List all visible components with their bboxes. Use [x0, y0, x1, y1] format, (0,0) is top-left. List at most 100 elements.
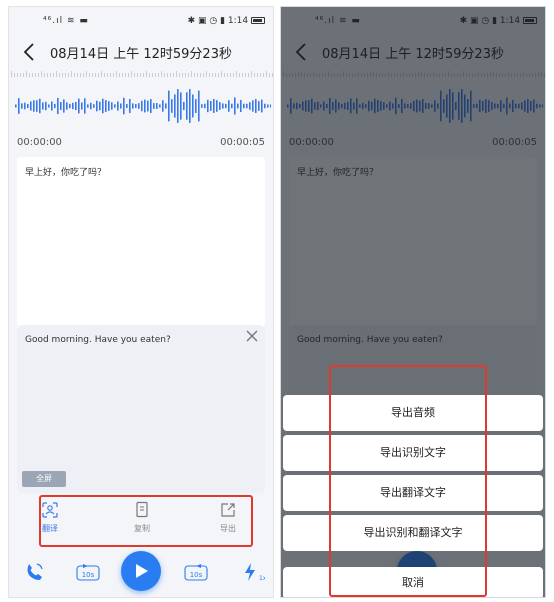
waveform-bar	[141, 100, 143, 112]
waveform-bar	[111, 102, 113, 110]
waveform-bar	[159, 104, 161, 108]
ruler-tick	[14, 73, 15, 77]
waveform-bar	[270, 104, 271, 108]
ruler-tick	[185, 73, 186, 77]
waveform-bar	[126, 104, 128, 108]
ruler-tick	[191, 71, 192, 77]
status-bar: ⁴⁶.ıl ≋ ▬ ✱ ▣ ◷ ▮ 1:14	[9, 7, 273, 35]
speed-button[interactable]: 1x	[241, 561, 267, 583]
translate-button[interactable]: 翻译	[25, 501, 75, 534]
waveform[interactable]	[13, 85, 271, 127]
ruler-tick	[101, 71, 102, 77]
phone-icon[interactable]	[23, 561, 45, 583]
start-time: 00:00:00	[17, 137, 62, 148]
action-toolbar: 翻译 复制 导出	[9, 499, 273, 547]
waveform-bar	[234, 97, 236, 115]
player-bar: 10s 10s 1x	[9, 549, 273, 595]
ruler-tick	[167, 73, 168, 77]
ruler-tick	[176, 71, 177, 77]
waveform-bar	[201, 104, 203, 108]
ruler-tick	[263, 73, 264, 77]
ruler-tick	[140, 73, 141, 77]
cancel-button[interactable]: 取消	[283, 567, 543, 597]
waveform-bar	[168, 90, 170, 122]
waveform-bar	[81, 102, 83, 110]
ruler-tick	[80, 73, 81, 77]
ruler-tick	[242, 73, 243, 77]
ruler-tick	[218, 73, 219, 77]
ruler-tick	[209, 73, 210, 77]
ruler-tick	[137, 73, 138, 77]
export-translation-option[interactable]: 导出翻译文字	[283, 475, 543, 511]
ruler-tick	[131, 71, 132, 77]
export-audio-option[interactable]: 导出音频	[283, 395, 543, 431]
ruler-tick	[92, 73, 93, 77]
waveform-bar	[63, 99, 65, 113]
ruler-tick	[272, 73, 273, 77]
ruler-tick	[59, 73, 60, 77]
rewind-10s-button[interactable]: 10s	[75, 561, 101, 583]
ruler-tick	[50, 73, 51, 77]
waveform-bar	[75, 101, 77, 111]
ruler-tick	[245, 73, 246, 77]
play-button[interactable]	[121, 551, 161, 591]
ruler-tick	[161, 71, 162, 77]
ruler-tick	[173, 73, 174, 77]
ruler-tick	[236, 71, 237, 77]
ruler-tick	[224, 73, 225, 77]
export-transcript-option[interactable]: 导出识别文字	[283, 435, 543, 471]
translate-label: 翻译	[42, 524, 58, 533]
ruler-tick	[17, 73, 18, 77]
waveform-bar	[120, 103, 122, 109]
ruler-tick	[227, 73, 228, 77]
ruler-tick	[113, 73, 114, 77]
ruler-tick	[212, 73, 213, 77]
ruler-tick	[41, 71, 42, 77]
export-both-option[interactable]: 导出识别和翻译文字	[283, 515, 543, 551]
ruler-tick	[146, 71, 147, 77]
svg-text:10s: 10s	[82, 571, 95, 579]
translate-icon	[42, 502, 58, 518]
ruler-tick	[221, 71, 222, 77]
waveform-bar	[93, 104, 95, 108]
transcript-text: 早上好，你吃了吗？	[25, 168, 107, 178]
waveform-bar	[267, 104, 269, 108]
waveform-bar	[219, 102, 221, 110]
waveform-bar	[261, 99, 263, 113]
waveform-bar	[222, 103, 224, 109]
waveform-bar	[54, 103, 56, 109]
ruler-tick	[74, 73, 75, 77]
waveform-bar	[84, 98, 86, 114]
waveform-bar	[114, 104, 116, 108]
ruler-tick	[26, 71, 27, 77]
waveform-bar	[30, 101, 32, 111]
waveform-bar	[72, 102, 74, 110]
waveform-bar	[144, 99, 146, 113]
ruler-tick	[11, 71, 12, 77]
waveform-bar	[69, 103, 71, 109]
waveform-bar	[186, 92, 188, 120]
ruler-tick	[71, 71, 72, 77]
copy-label: 复制	[134, 524, 150, 533]
waveform-bar	[108, 101, 110, 111]
copy-button[interactable]: 复制	[117, 501, 167, 534]
ruler-tick	[32, 73, 33, 77]
export-button[interactable]: 导出	[203, 501, 253, 534]
transcript-box[interactable]: 早上好，你吃了吗？	[17, 157, 265, 327]
fullscreen-button[interactable]: 全屏	[22, 471, 66, 487]
ruler-tick	[254, 73, 255, 77]
forward-10s-button[interactable]: 10s	[183, 561, 209, 583]
waveform-bar	[207, 99, 209, 113]
waveform-bar	[258, 101, 260, 111]
waveform-bar	[21, 103, 23, 109]
waveform-bar	[264, 103, 266, 109]
ruler-tick	[65, 73, 66, 77]
ruler-tick	[170, 73, 171, 77]
ruler-tick	[47, 73, 48, 77]
close-icon[interactable]	[245, 329, 259, 343]
page-title: 08月14日 上午 12时59分23秒	[50, 47, 232, 62]
ruler-tick	[62, 73, 63, 77]
waveform-bar	[255, 99, 257, 113]
waveform-bar	[165, 103, 167, 109]
waveform-bar	[189, 89, 191, 123]
